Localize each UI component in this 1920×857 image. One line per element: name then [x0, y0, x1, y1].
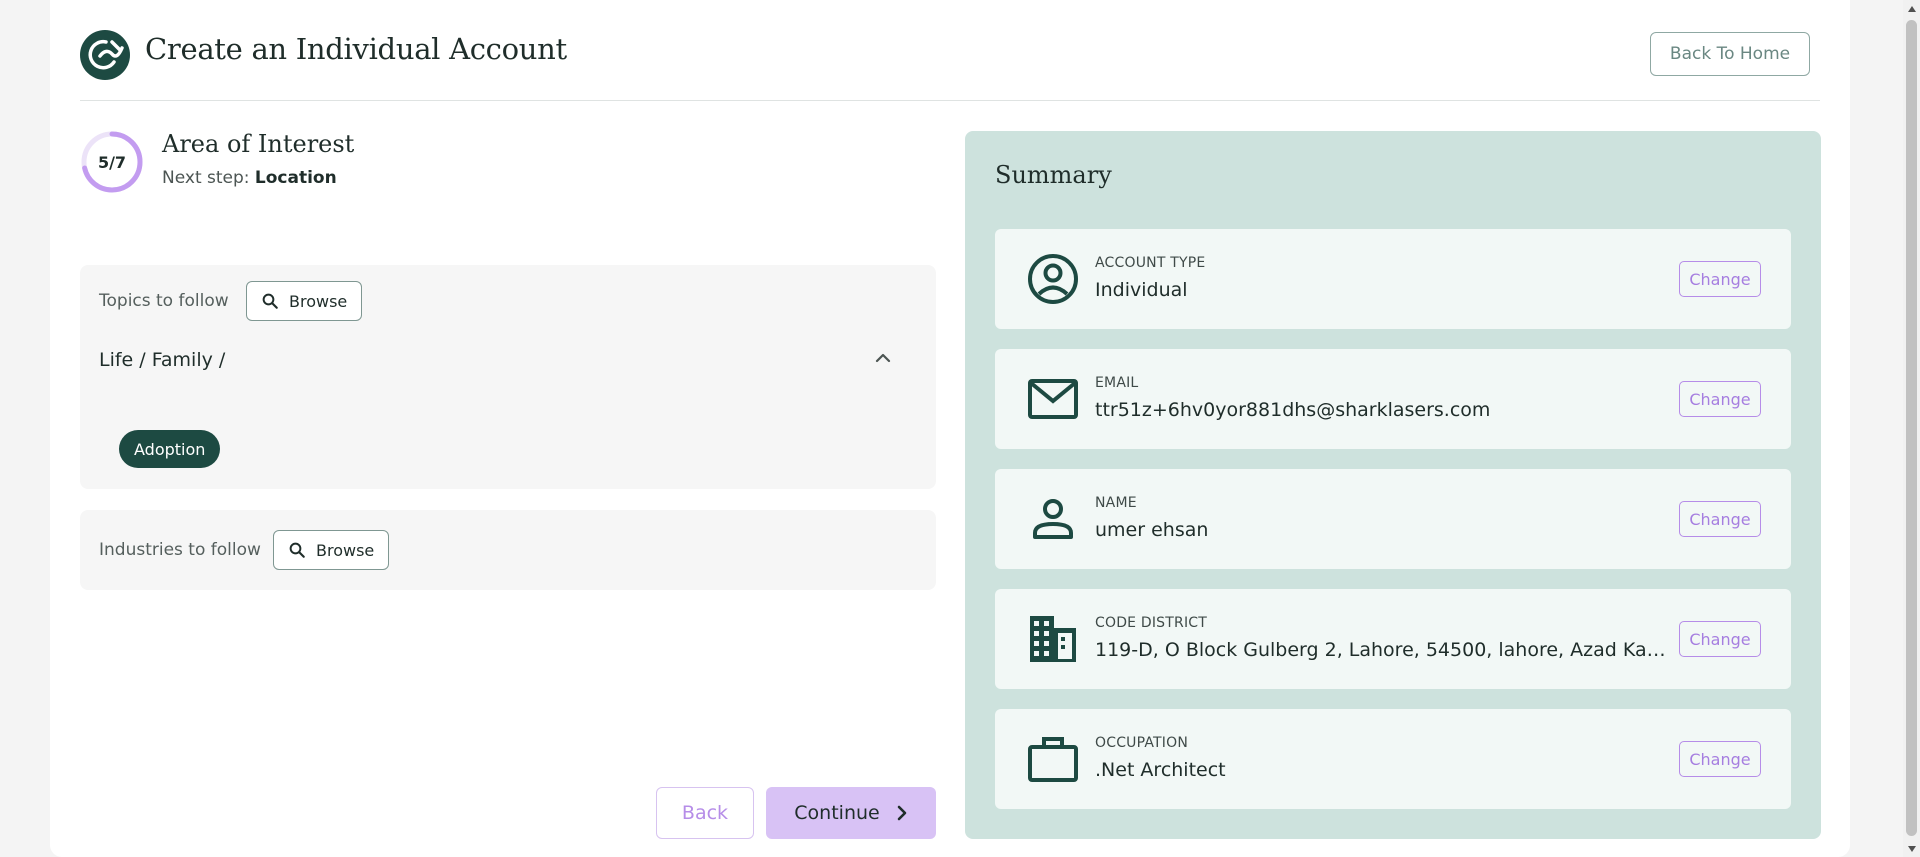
card-value: .Net Architect: [1095, 759, 1226, 781]
scrollbar[interactable]: [1903, 0, 1920, 857]
topic-chip-adoption[interactable]: Adoption: [119, 430, 221, 468]
card-value: 119-D, O Block Gulberg 2, Lahore, 54500,…: [1095, 639, 1675, 661]
page-title: Create an Individual Account: [145, 32, 567, 66]
scroll-up-arrow-icon[interactable]: [1903, 0, 1920, 17]
card-label: CODE DISTRICT: [1095, 615, 1208, 631]
scroll-thumb[interactable]: [1906, 20, 1917, 836]
step-counter: 5/7: [97, 152, 127, 172]
chevron-up-icon[interactable]: [874, 351, 892, 365]
header: Create an Individual Account Back To Hom…: [80, 0, 1820, 101]
summary-card-code-district: CODE DISTRICT 119-D, O Block Gulberg 2, …: [995, 589, 1791, 689]
briefcase-icon: [1028, 737, 1078, 782]
chevron-right-icon: [897, 805, 907, 821]
summary-card-name: NAME umer ehsan Change: [995, 469, 1791, 569]
card-label: ACCOUNT TYPE: [1095, 255, 1206, 271]
page: Create an Individual Account Back To Hom…: [50, 0, 1850, 857]
card-label: EMAIL: [1095, 375, 1139, 391]
continue-button[interactable]: Continue: [766, 787, 936, 839]
topics-label: Topics to follow: [99, 291, 229, 311]
summary-panel: Summary ACCOUNT TYPE Individual Change E…: [965, 131, 1821, 839]
topics-browse-button[interactable]: Browse: [246, 281, 363, 321]
industries-label: Industries to follow: [99, 540, 261, 560]
topics-panel: Topics to follow Browse Life / Family / …: [80, 265, 936, 489]
mail-icon: [1028, 379, 1078, 419]
user-circle-icon: [1028, 254, 1078, 304]
search-icon: [289, 542, 305, 558]
change-name-button[interactable]: Change: [1679, 501, 1761, 537]
card-label: OCCUPATION: [1095, 735, 1189, 751]
continue-label: Continue: [794, 802, 880, 824]
back-button[interactable]: Back: [656, 787, 754, 839]
card-value: umer ehsan: [1095, 519, 1209, 541]
summary-card-email: EMAIL ttr51z+6hv0yor881dhs@sharklasers.c…: [995, 349, 1791, 449]
step-title: Area of Interest: [162, 130, 355, 158]
change-email-button[interactable]: Change: [1679, 381, 1761, 417]
industries-browse-label: Browse: [316, 540, 375, 560]
back-to-home-button[interactable]: Back To Home: [1650, 32, 1810, 76]
card-label: NAME: [1095, 495, 1137, 511]
card-value: Individual: [1095, 279, 1188, 301]
next-step-prefix: Next step:: [162, 168, 255, 188]
person-icon: [1033, 499, 1073, 539]
search-icon: [262, 293, 278, 309]
topic-path: Life / Family /: [99, 349, 226, 371]
change-code-district-button[interactable]: Change: [1679, 621, 1761, 657]
card-value: ttr51z+6hv0yor881dhs@sharklasers.com: [1095, 399, 1491, 421]
industries-browse-button[interactable]: Browse: [273, 530, 390, 570]
topics-browse-label: Browse: [289, 291, 348, 311]
logo-icon: [80, 30, 130, 80]
summary-card-account-type: ACCOUNT TYPE Individual Change: [995, 229, 1791, 329]
summary-card-occupation: OCCUPATION .Net Architect Change: [995, 709, 1791, 809]
change-occupation-button[interactable]: Change: [1679, 741, 1761, 777]
building-icon: [1030, 616, 1076, 662]
next-step: Next step: Location: [162, 168, 337, 188]
summary-title: Summary: [995, 161, 1112, 189]
industries-panel: Industries to follow Browse: [80, 510, 936, 590]
change-account-type-button[interactable]: Change: [1679, 261, 1761, 297]
scroll-down-arrow-icon[interactable]: [1903, 840, 1920, 857]
next-step-value: Location: [254, 168, 337, 188]
